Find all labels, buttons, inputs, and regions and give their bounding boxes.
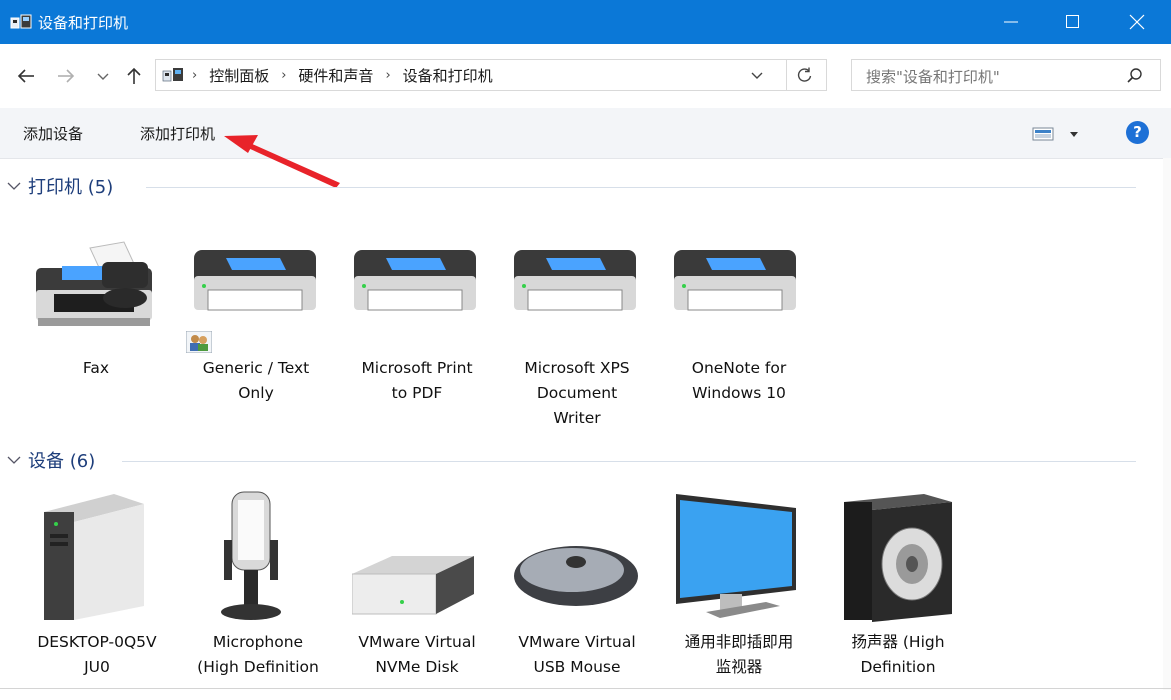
device-item-generic-monitor[interactable]: 通用非即插即用 监视器: [668, 630, 810, 680]
mouse-icon[interactable]: [512, 542, 640, 612]
printers-section-header[interactable]: 打印机 (5): [6, 174, 113, 198]
chevron-down-icon: [7, 456, 21, 464]
printer-item-fax[interactable]: Fax: [36, 356, 156, 381]
computer-icon[interactable]: [44, 494, 144, 628]
breadcrumb-devices-printers[interactable]: 设备和打印机: [403, 65, 493, 86]
disk-drive-icon[interactable]: [351, 554, 476, 622]
devices-section-title: 设备 (6): [28, 451, 96, 472]
close-icon: [1129, 14, 1145, 30]
maximize-icon: [1066, 15, 1079, 28]
chevron-down-icon: [751, 72, 763, 79]
search-input[interactable]: 搜索"设备和打印机": [866, 66, 1000, 87]
shared-users-icon: [186, 331, 212, 353]
printer-item-microsoft-xps-writer[interactable]: Microsoft XPS Document Writer: [508, 356, 646, 431]
device-item-microphone[interactable]: Microphone (High Definition: [186, 630, 330, 680]
printer-icon[interactable]: [672, 246, 798, 324]
printer-icon[interactable]: [192, 246, 318, 324]
speaker-icon[interactable]: [844, 494, 954, 628]
printer-item-onenote[interactable]: OneNote for Windows 10: [670, 356, 808, 406]
printers-section-title: 打印机 (5): [28, 177, 114, 198]
printer-item-microsoft-print-to-pdf[interactable]: Microsoft Print to PDF: [348, 356, 486, 406]
minimize-button[interactable]: [980, 0, 1042, 44]
refresh-button[interactable]: [796, 66, 818, 84]
address-dropdown-button[interactable]: [750, 68, 764, 87]
printer-item-generic-text[interactable]: Generic / Text Only: [190, 356, 322, 406]
close-button[interactable]: [1106, 0, 1168, 44]
chevron-down-icon: [7, 182, 21, 190]
microphone-icon[interactable]: [214, 490, 286, 628]
change-view-button[interactable]: [1032, 125, 1082, 143]
device-item-vmware-nvme[interactable]: VMware Virtual NVMe Disk: [346, 630, 488, 680]
device-item-speakers[interactable]: 扬声器 (High Definition: [822, 630, 974, 680]
maximize-button[interactable]: [1042, 0, 1104, 44]
search-icon[interactable]: [1126, 67, 1144, 89]
minimize-icon: [1004, 21, 1018, 23]
refresh-icon: [797, 67, 812, 82]
view-options-icon: [1032, 127, 1078, 141]
device-item-vmware-usb-mouse[interactable]: VMware Virtual USB Mouse: [506, 630, 648, 680]
vertical-scrollbar[interactable]: [1163, 158, 1171, 690]
monitor-icon[interactable]: [676, 494, 798, 624]
devices-section-header[interactable]: 设备 (6): [6, 448, 95, 472]
printer-icon[interactable]: [352, 246, 478, 324]
fax-icon[interactable]: [32, 238, 158, 334]
search-box[interactable]: 搜索"设备和打印机": [851, 59, 1161, 91]
printer-icon[interactable]: [512, 246, 638, 324]
help-button[interactable]: ?: [1126, 121, 1149, 144]
annotation-arrow: [224, 135, 340, 188]
device-item-desktop[interactable]: DESKTOP-0Q5V JU0: [22, 630, 172, 680]
